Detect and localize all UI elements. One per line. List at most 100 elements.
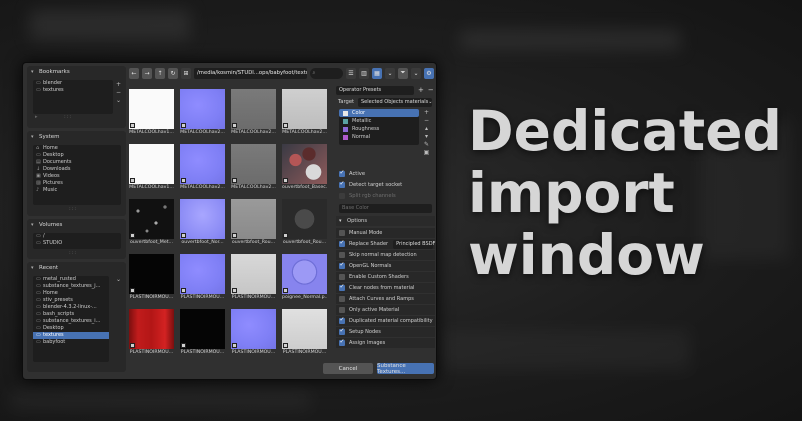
file-thumbnail[interactable]: METALCOOLhav2... [282, 89, 327, 136]
options-header[interactable]: ▾ Options [336, 216, 435, 226]
file-thumbnail[interactable]: ouvertbfoot_Rou... [231, 199, 276, 246]
option-manual-mode[interactable]: Manual Mode [336, 228, 435, 238]
resize-handle[interactable]: ::: [69, 250, 77, 256]
list-item[interactable]: ▭ bash_scripts [33, 311, 109, 318]
forward-button[interactable]: → [142, 67, 152, 79]
list-item[interactable]: ▭ textures [33, 87, 113, 94]
list-item[interactable]: ▨ Pictures [33, 180, 121, 187]
list-item[interactable]: ▭ metal_rusted [33, 276, 109, 283]
system-header[interactable]: ▾ System [27, 131, 126, 142]
slot-item-color[interactable]: Color [339, 109, 419, 117]
option-setup-nodes[interactable]: Setup Nodes [336, 327, 435, 337]
list-item[interactable]: ▭ babyfoot [33, 339, 109, 346]
new-folder-button[interactable]: ⊞ [181, 67, 191, 79]
list-item[interactable]: ▤ Documents [33, 159, 121, 166]
arrow-up-icon[interactable]: ▴ [422, 125, 431, 133]
list-item[interactable]: ▭ STUDIO [33, 240, 121, 247]
list-item[interactable]: ▭ blender-4.3.2-linux-... [33, 304, 109, 311]
settings-button[interactable]: ⚙ [424, 67, 434, 79]
slot-item-roughness[interactable]: Roughness [339, 125, 419, 133]
file-thumbnail[interactable]: METALCOOLhav1... [129, 144, 174, 191]
search-input[interactable]: ⌕ [309, 67, 343, 79]
volumes-header[interactable]: ▾ Volumes [27, 219, 126, 230]
cancel-button[interactable]: Cancel [323, 363, 373, 374]
operator-presets-select[interactable]: Operator Presets [336, 85, 414, 95]
add-icon[interactable]: + [418, 86, 424, 94]
split-channels-checkbox[interactable]: Split rgb channels [336, 191, 435, 201]
resize-handle[interactable]: ::: [64, 114, 72, 120]
file-thumbnail[interactable]: METALCOOLhav2... [180, 144, 225, 191]
option-skip-normal[interactable]: Skip normal map detection [336, 250, 435, 260]
slot-item-metallic[interactable]: Metallic [339, 117, 419, 125]
list-item[interactable]: ▭ Home [33, 290, 109, 297]
chevron-down-icon[interactable]: ⌄ [114, 276, 123, 284]
option-clear-nodes[interactable]: Clear nodes from material [336, 283, 435, 293]
option-duplicated-compat[interactable]: Duplicated material compatibility [336, 316, 435, 326]
file-thumbnail[interactable]: METALCOOLhav2... [180, 89, 225, 136]
file-thumbnail[interactable]: ouvertbfoot_Basec... [282, 144, 327, 191]
remove-icon[interactable]: − [428, 86, 434, 94]
target-select[interactable]: Selected Objects materials ⌄ [358, 97, 432, 107]
square-icon[interactable]: ▣ [422, 149, 431, 157]
option-custom-shaders[interactable]: Enable Custom Shaders [336, 272, 435, 282]
list-item[interactable]: ▣ Videos [33, 173, 121, 180]
view-options-button[interactable]: ⌄ [385, 67, 395, 79]
list-item[interactable]: ↓ Downloads [33, 166, 121, 173]
list-item[interactable]: ♪ Music [33, 187, 121, 194]
list-item[interactable]: ⌂ Home [33, 145, 121, 152]
file-thumbnail[interactable]: PLASTINOIRMOU... [129, 254, 174, 301]
eyedropper-icon[interactable]: ✎ [422, 141, 431, 149]
arrow-down-icon[interactable]: ▾ [422, 133, 431, 141]
remove-icon[interactable]: − [422, 117, 431, 125]
thumbnail-view-button[interactable]: ▦ [372, 67, 382, 79]
remove-icon[interactable]: − [114, 89, 123, 97]
short-list-button[interactable]: ▥ [359, 67, 369, 79]
add-icon[interactable]: + [114, 81, 123, 89]
file-thumbnail[interactable]: ouvertbfoot_Rou... [282, 199, 327, 246]
file-thumbnail[interactable]: PLASTINOIRMOU... [180, 254, 225, 301]
file-thumbnail[interactable]: PLASTINOIRMOU... [231, 254, 276, 301]
base-color-field[interactable]: Base Color [339, 203, 432, 213]
slot-item-normal[interactable]: Normal [339, 133, 419, 141]
back-button[interactable]: ← [129, 67, 139, 79]
list-item[interactable]: ▭ / [33, 233, 121, 240]
filter-options-button[interactable]: ⌄ [411, 67, 421, 79]
option-replace-shader[interactable]: Replace Shader Principled BSDF⌄ [336, 239, 436, 249]
option-only-active[interactable]: Only active Material [336, 305, 435, 315]
file-thumbnail[interactable]: METALCOOLhav2... [231, 89, 276, 136]
option-assign-images[interactable]: Assign Images [336, 338, 435, 348]
list-item[interactable]: ▭ substance_textures_j... [33, 283, 109, 290]
path-input[interactable]: /media/kosmin/STUDI...ops/babyfoot/textu… [194, 67, 307, 79]
file-thumbnail[interactable]: poignee_Normal.p... [282, 254, 327, 301]
recent-header[interactable]: ▾ Recent [27, 262, 126, 273]
add-icon[interactable]: + [422, 109, 431, 117]
option-attach-curves[interactable]: Attach Curves and Ramps [336, 294, 435, 304]
bookmarks-header[interactable]: ▾ Bookmarks [27, 66, 126, 77]
list-item[interactable]: ▭ blender [33, 80, 113, 87]
file-thumbnail[interactable]: METALCOOLhav2... [231, 144, 276, 191]
list-item[interactable]: ▭ stiv_presets [33, 297, 109, 304]
detect-socket-checkbox[interactable]: Detect target socket [336, 180, 435, 190]
file-thumbnail[interactable]: METALCOOLhav1... [129, 89, 174, 136]
file-thumbnail[interactable]: PLASTINOIRMOU... [282, 309, 327, 356]
shader-select[interactable]: Principled BSDF⌄ [393, 239, 436, 249]
file-thumbnail[interactable]: PLASTINOIRMOU... [129, 309, 174, 356]
option-opengl-normals[interactable]: OpenGL Normals [336, 261, 435, 271]
scroll-arrow-icon[interactable]: ▸ [35, 114, 39, 120]
parent-dir-button[interactable]: ↑ [155, 67, 165, 79]
list-view-button[interactable]: ☰ [346, 67, 356, 79]
chevron-down-icon[interactable]: ⌄ [114, 97, 123, 105]
list-item[interactable]: ▭ Desktop [33, 152, 121, 159]
file-thumbnail[interactable]: ouvertbfoot_Nor... [180, 199, 225, 246]
file-thumbnail[interactable]: PLASTINOIRMOU... [180, 309, 225, 356]
list-item[interactable]: ▭ substance_textures_i... [33, 318, 109, 325]
filter-button[interactable]: ⏷ [398, 67, 408, 79]
file-thumbnail[interactable]: ouvertbfoot_Met... [129, 199, 174, 246]
confirm-button[interactable]: Substance Textures... [377, 363, 434, 375]
active-checkbox[interactable]: Active [336, 169, 435, 179]
file-thumbnail[interactable]: PLASTINOIRMOU... [231, 309, 276, 356]
resize-handle[interactable]: ::: [69, 206, 77, 212]
list-item[interactable]: ▭ Desktop [33, 325, 109, 332]
refresh-button[interactable]: ↻ [168, 67, 178, 79]
list-item-selected[interactable]: ▭ textures [33, 332, 109, 339]
